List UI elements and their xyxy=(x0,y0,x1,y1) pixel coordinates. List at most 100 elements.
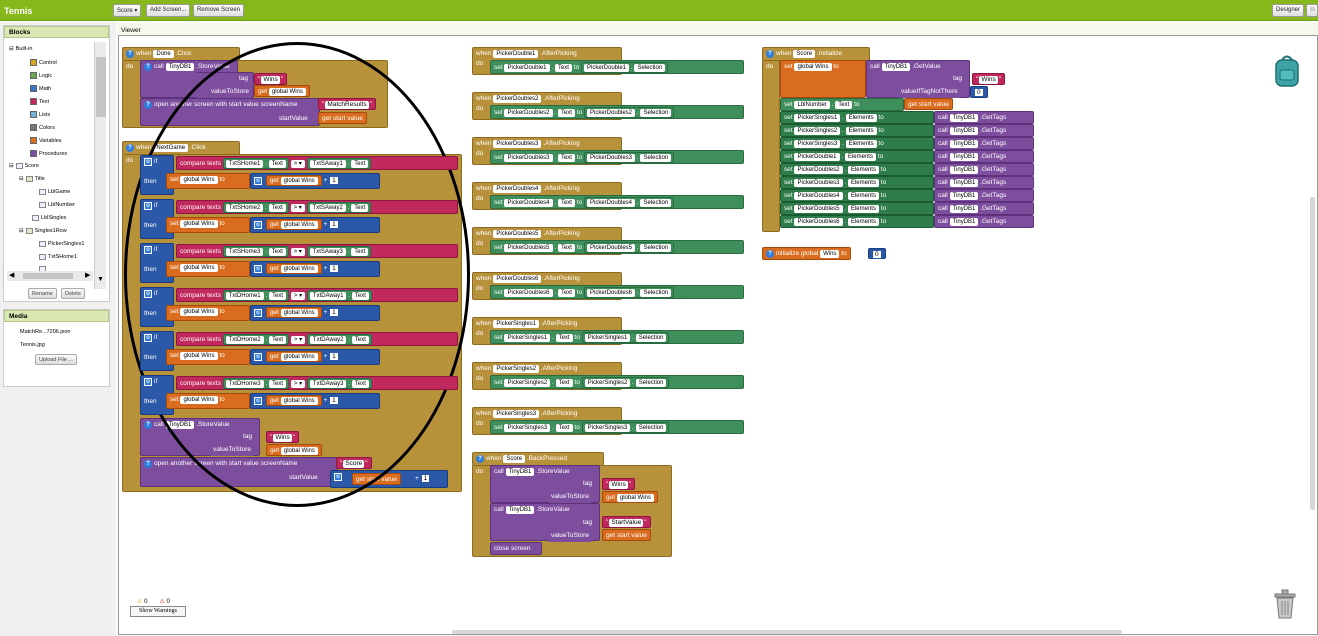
matchresults-text-block[interactable]: " MatchResults " xyxy=(318,98,376,110)
property-dropdown[interactable]: Text xyxy=(351,336,369,344)
rename-button[interactable]: Rename xyxy=(28,288,57,299)
tree-item-lists[interactable]: Lists xyxy=(30,111,50,118)
set-global-wins-block[interactable]: set global Wins to xyxy=(166,173,250,189)
mutator-gear-icon[interactable]: ⚙ xyxy=(144,290,152,298)
property-dropdown[interactable]: Text xyxy=(351,248,369,256)
component-dropdown[interactable]: PickerDoubles6 xyxy=(493,275,542,283)
screen-selector[interactable]: Score ▾ xyxy=(113,4,142,17)
mutator-gear-icon[interactable]: ⚙ xyxy=(144,202,152,210)
tree-item-logic[interactable]: Logic xyxy=(30,72,52,79)
component-dropdown[interactable]: TxtSAway1 xyxy=(309,160,346,168)
set-elements-block[interactable]: set PickerDoubles2 . Elements to xyxy=(780,163,934,176)
set-elements-block[interactable]: set PickerSingles1 . Elements to xyxy=(780,111,934,124)
mutator-gear-icon[interactable]: ⚙ xyxy=(144,334,152,342)
get-global-wins-block[interactable]: get global Wins xyxy=(265,307,322,318)
component-dropdown[interactable]: TinyDB1 xyxy=(949,114,979,122)
property-dropdown[interactable]: Text xyxy=(351,380,369,388)
get-global-wins-block[interactable]: get global Wins xyxy=(266,444,322,456)
set-lblnumber-text-block[interactable]: set LblNumber . Text to xyxy=(780,98,904,111)
component-dropdown[interactable]: PickerDouble1 xyxy=(584,64,630,72)
component-dropdown[interactable]: PickerSingles2 xyxy=(584,379,631,387)
property-dropdown[interactable]: Selection xyxy=(640,244,672,252)
add-block[interactable]: ⚙ get global Wins + 1 xyxy=(250,173,380,189)
component-dropdown[interactable]: PickerSingles3 xyxy=(794,140,841,148)
component-dropdown[interactable]: PickerDoubles5 xyxy=(794,205,843,213)
tree-item-txtshome1[interactable]: TxtSHome1 xyxy=(39,254,77,260)
component-dropdown[interactable]: PickerSingles3 xyxy=(493,410,540,418)
property-dropdown[interactable]: Elements xyxy=(847,205,879,213)
variable-dropdown[interactable]: global Wins xyxy=(280,397,318,405)
component-dropdown[interactable]: TinyDB1 xyxy=(949,166,979,174)
component-dropdown[interactable]: PickerDoubles5 xyxy=(587,244,636,252)
add-block[interactable]: ⚙ get global Wins + 1 xyxy=(250,349,380,365)
remove-screen-button[interactable]: Remove Screen xyxy=(193,4,245,17)
set-picker-text-block[interactable]: set PickerSingles3 . Text to PickerSingl… xyxy=(490,420,744,434)
add-block[interactable]: ⚙ get global Wins + 1 xyxy=(250,393,380,409)
component-dropdown[interactable]: Score xyxy=(793,50,816,58)
property-dropdown[interactable]: Selection xyxy=(640,154,672,162)
set-picker-text-block[interactable]: set PickerDoubles6 . Text to PickerDoubl… xyxy=(490,285,744,299)
tinydb-gettags-block[interactable]: call TinyDB1 .GetTags xyxy=(934,124,1034,137)
getter-block[interactable]: PickerDoubles4 . Selection xyxy=(584,197,675,208)
blocks-button[interactable]: Bl xyxy=(1306,4,1318,17)
component-dropdown[interactable]: PickerDoubles4 xyxy=(504,199,553,207)
variable-dropdown[interactable]: global Wins xyxy=(268,88,306,96)
property-dropdown[interactable]: Elements xyxy=(847,218,879,226)
property-dropdown[interactable]: Selection xyxy=(640,109,672,117)
media-file[interactable]: Tennis.jpg xyxy=(20,342,45,348)
component-dropdown[interactable]: PickerDoubles3 xyxy=(794,179,843,187)
mutator-gear-icon[interactable]: ⚙ xyxy=(254,397,262,405)
set-elements-block[interactable]: set PickerDoubles3 . Elements to xyxy=(780,176,934,189)
property-dropdown[interactable]: Text xyxy=(557,199,575,207)
nextgame-click-event[interactable]: ? when NextGame .Click xyxy=(122,141,240,155)
add-block[interactable]: ⚙ get global Wins + 1 xyxy=(250,217,380,233)
component-dropdown[interactable]: TxtDHome2 xyxy=(225,336,264,344)
component-dropdown[interactable]: PickerSingles1 xyxy=(493,320,540,328)
tree-item-variables[interactable]: Variables xyxy=(30,137,62,144)
property-dropdown[interactable]: Elements xyxy=(844,153,876,161)
operator-dropdown[interactable]: > ▾ xyxy=(290,380,306,388)
property-dropdown[interactable]: Selection xyxy=(635,334,667,342)
component-dropdown[interactable]: TxtSAway3 xyxy=(309,248,346,256)
upload-file-button[interactable]: Upload File ... xyxy=(35,354,77,365)
variable-name-field[interactable]: Wins xyxy=(820,250,840,258)
variable-dropdown[interactable]: global Wins xyxy=(280,353,318,361)
component-dropdown[interactable]: TinyDB1 xyxy=(949,192,979,200)
operator-dropdown[interactable]: > ▾ xyxy=(290,292,306,300)
one-number-block[interactable]: 1 xyxy=(329,220,339,229)
tinydb-gettags-block[interactable]: call TinyDB1 .GetTags xyxy=(934,163,1034,176)
component-dropdown[interactable]: TinyDB1 xyxy=(949,127,979,135)
set-picker-text-block[interactable]: set PickerSingles1 . Text to PickerSingl… xyxy=(490,330,744,344)
variable-dropdown[interactable]: global Wins xyxy=(280,265,318,273)
component-dropdown[interactable]: PickerDoubles6 xyxy=(587,289,636,297)
getter-block[interactable]: PickerDoubles2 . Selection xyxy=(584,107,675,118)
component-dropdown[interactable]: PickerDouble1 xyxy=(504,64,550,72)
compare-texts-block[interactable]: compare texts TxtDHome1 . Text > ▾ TxtDA… xyxy=(176,288,458,302)
set-picker-text-block[interactable]: set PickerDoubles4 . Text to PickerDoubl… xyxy=(490,195,744,209)
component-dropdown[interactable]: TxtSAway2 xyxy=(309,204,346,212)
property-dropdown[interactable]: Text xyxy=(835,101,853,109)
delete-button[interactable]: Delete xyxy=(61,288,85,299)
compare-texts-block[interactable]: compare texts TxtSHome1 . Text > ▾ TxtSA… xyxy=(176,156,458,170)
variable-dropdown[interactable]: global Wins xyxy=(180,220,218,228)
compare-texts-block[interactable]: compare texts TxtDHome3 . Text > ▾ TxtDA… xyxy=(176,376,458,390)
variable-dropdown[interactable]: global Wins xyxy=(616,494,654,502)
mutator-gear-icon[interactable]: ⚙ xyxy=(144,246,152,254)
close-screen-block[interactable]: close screen xyxy=(490,542,542,555)
get-global-wins-block[interactable]: get global Wins xyxy=(265,263,322,274)
component-dropdown[interactable]: PickerDoubles3 xyxy=(504,154,553,162)
startvalue-text-block[interactable]: " StartValue " xyxy=(602,516,651,528)
wins-text-block[interactable]: " Wins " xyxy=(254,73,288,85)
set-elements-block[interactable]: set PickerDouble1 . Elements to xyxy=(780,150,934,163)
property-dropdown[interactable]: Selection xyxy=(635,379,667,387)
tinydb-gettags-block[interactable]: call TinyDB1 .GetTags xyxy=(934,189,1034,202)
tree-item-score[interactable]: ⊟ Score xyxy=(9,163,39,169)
tinydb-gettags-block[interactable]: call TinyDB1 .GetTags xyxy=(934,202,1034,215)
get-global-wins-block[interactable]: get global Wins xyxy=(254,85,310,97)
getter-block[interactable]: TxtSHome1 . Text xyxy=(222,158,289,169)
getter-block[interactable]: PickerSingles3 . Selection xyxy=(581,422,670,433)
variable-dropdown[interactable]: global Wins xyxy=(180,308,218,316)
scroll-right-arrow-icon[interactable]: ▶ xyxy=(85,271,90,279)
component-dropdown[interactable]: Score xyxy=(503,455,526,463)
done-click-event[interactable]: ? when Done .Click xyxy=(122,47,240,61)
